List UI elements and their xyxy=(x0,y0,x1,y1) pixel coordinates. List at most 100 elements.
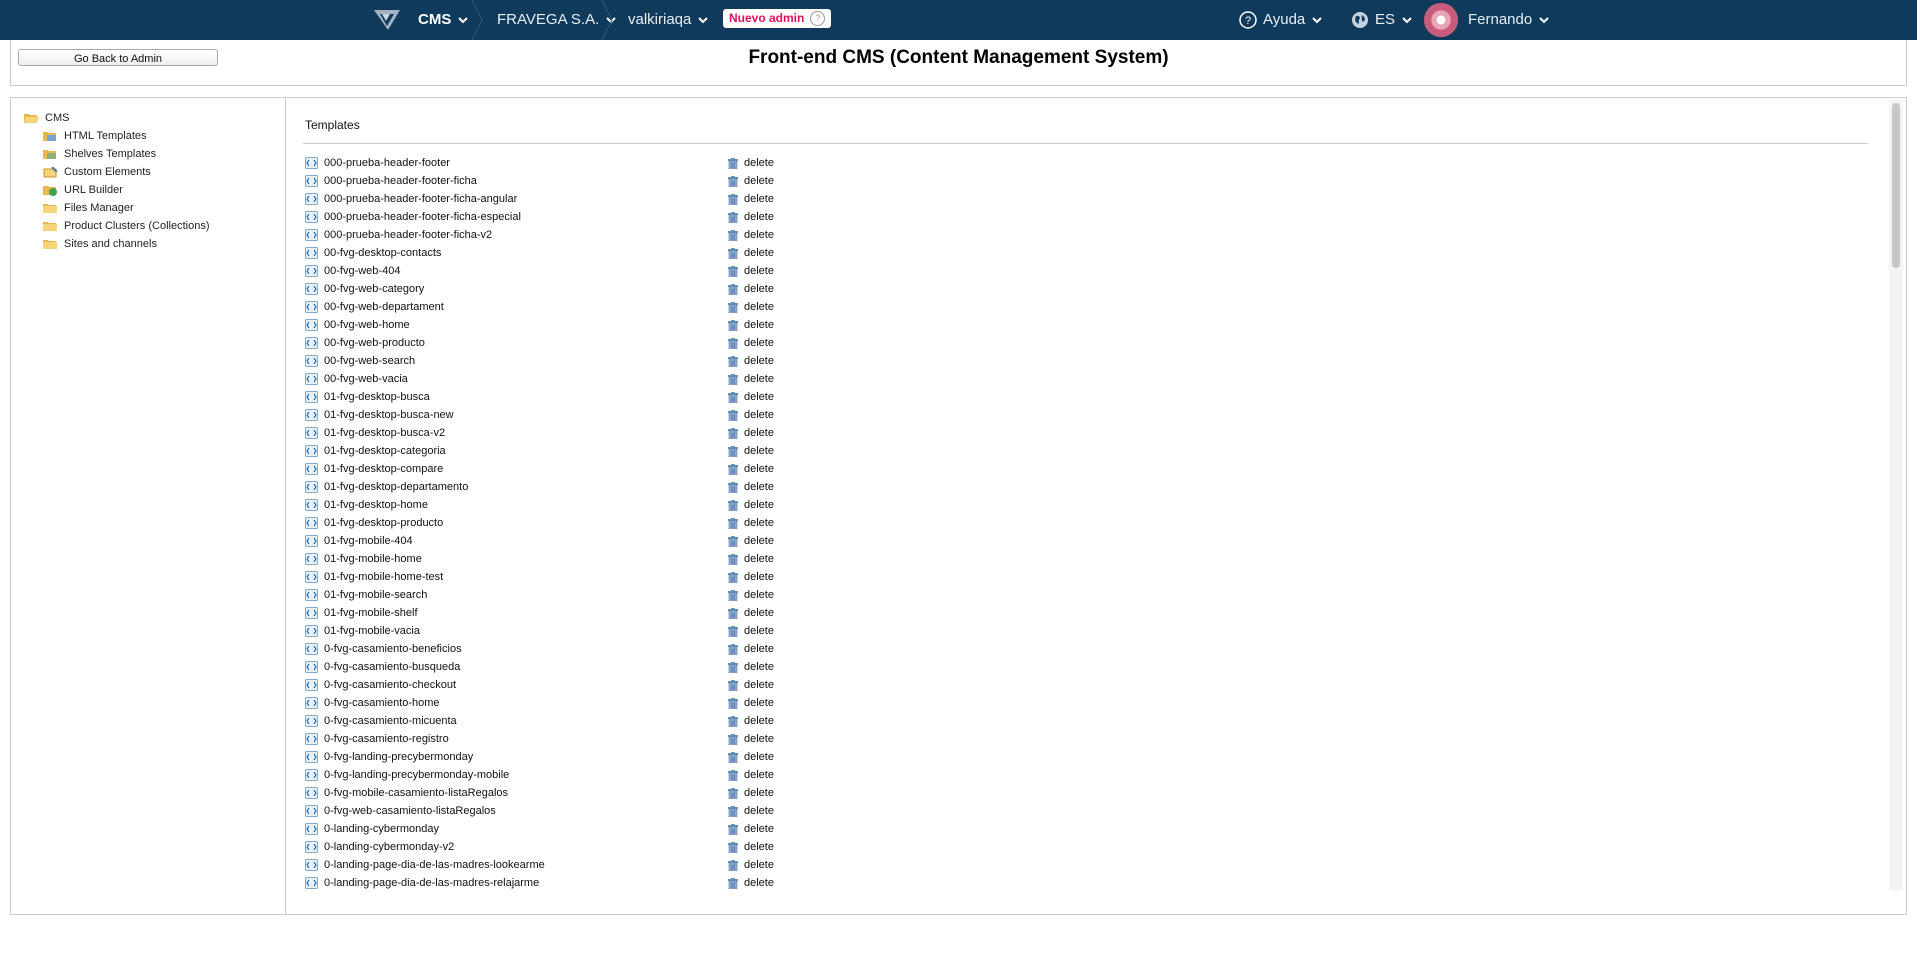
template-name-link[interactable]: 01-fvg-desktop-producto xyxy=(324,514,443,532)
trash-icon[interactable] xyxy=(728,770,738,781)
delete-link[interactable]: delete xyxy=(744,532,774,550)
template-name-link[interactable]: 01-fvg-mobile-404 xyxy=(324,532,413,550)
trash-icon[interactable] xyxy=(728,266,738,277)
trash-icon[interactable] xyxy=(728,176,738,187)
template-name-link[interactable]: 01-fvg-mobile-home xyxy=(324,550,422,568)
delete-link[interactable]: delete xyxy=(744,658,774,676)
trash-icon[interactable] xyxy=(728,590,738,601)
trash-icon[interactable] xyxy=(728,536,738,547)
trash-icon[interactable] xyxy=(728,500,738,511)
trash-icon[interactable] xyxy=(728,608,738,619)
template-name-link[interactable]: 000-prueba-header-footer-ficha xyxy=(324,172,477,190)
template-name-link[interactable]: 01-fvg-mobile-home-test xyxy=(324,568,443,586)
delete-link[interactable]: delete xyxy=(744,460,774,478)
template-name-link[interactable]: 01-fvg-desktop-departamento xyxy=(324,478,468,496)
template-name-link[interactable]: 000-prueba-header-footer xyxy=(324,154,450,172)
delete-link[interactable]: delete xyxy=(744,478,774,496)
cms-menu[interactable]: CMS xyxy=(418,0,469,40)
delete-link[interactable]: delete xyxy=(744,352,774,370)
trash-icon[interactable] xyxy=(728,518,738,529)
template-name-link[interactable]: 0-fvg-casamiento-beneficios xyxy=(324,640,462,658)
trash-icon[interactable] xyxy=(728,356,738,367)
trash-icon[interactable] xyxy=(728,212,738,223)
delete-link[interactable]: delete xyxy=(744,370,774,388)
tree-root-cms[interactable]: CMS xyxy=(24,112,69,124)
new-admin-badge[interactable]: Nuevo admin ? xyxy=(723,9,832,28)
delete-link[interactable]: delete xyxy=(744,640,774,658)
delete-link[interactable]: delete xyxy=(744,820,774,838)
delete-link[interactable]: delete xyxy=(744,586,774,604)
template-name-link[interactable]: 0-fvg-mobile-casamiento-listaRegalos xyxy=(324,784,508,802)
template-name-link[interactable]: 01-fvg-desktop-busca-v2 xyxy=(324,424,445,442)
template-name-link[interactable]: 00-fvg-web-departament xyxy=(324,298,444,316)
template-name-link[interactable]: 0-landing-cybermonday-v2 xyxy=(324,838,454,856)
sidebar-item-html-templates[interactable]: HTML Templates xyxy=(43,130,147,142)
delete-link[interactable]: delete xyxy=(744,550,774,568)
trash-icon[interactable] xyxy=(728,734,738,745)
template-name-link[interactable]: 0-fvg-casamiento-micuenta xyxy=(324,712,457,730)
sidebar-item-files-manager[interactable]: Files Manager xyxy=(43,202,134,214)
trash-icon[interactable] xyxy=(728,482,738,493)
template-name-link[interactable]: 0-landing-page-dia-de-las-madres-relajar… xyxy=(324,874,539,892)
delete-link[interactable]: delete xyxy=(744,262,774,280)
trash-icon[interactable] xyxy=(728,230,738,241)
delete-link[interactable]: delete xyxy=(744,676,774,694)
trash-icon[interactable] xyxy=(728,860,738,871)
delete-link[interactable]: delete xyxy=(744,514,774,532)
template-name-link[interactable]: 01-fvg-desktop-busca xyxy=(324,388,430,406)
delete-link[interactable]: delete xyxy=(744,280,774,298)
trash-icon[interactable] xyxy=(728,806,738,817)
trash-icon[interactable] xyxy=(728,464,738,475)
template-name-link[interactable]: 0-landing-cybermonday xyxy=(324,820,439,838)
sidebar-item-shelves-templates[interactable]: Shelves Templates xyxy=(43,148,156,160)
template-name-link[interactable]: 00-fvg-web-producto xyxy=(324,334,425,352)
template-name-link[interactable]: 0-fvg-casamiento-checkout xyxy=(324,676,456,694)
delete-link[interactable]: delete xyxy=(744,874,774,892)
trash-icon[interactable] xyxy=(728,446,738,457)
trash-icon[interactable] xyxy=(728,194,738,205)
sidebar-item-product-clusters-collections[interactable]: Product Clusters (Collections) xyxy=(43,220,210,232)
delete-link[interactable]: delete xyxy=(744,568,774,586)
trash-icon[interactable] xyxy=(728,338,738,349)
delete-link[interactable]: delete xyxy=(744,802,774,820)
delete-link[interactable]: delete xyxy=(744,226,774,244)
trash-icon[interactable] xyxy=(728,374,738,385)
trash-icon[interactable] xyxy=(728,752,738,763)
trash-icon[interactable] xyxy=(728,284,738,295)
template-name-link[interactable]: 0-fvg-casamiento-home xyxy=(324,694,440,712)
delete-link[interactable]: delete xyxy=(744,208,774,226)
sidebar-item-custom-elements[interactable]: Custom Elements xyxy=(43,166,151,178)
trash-icon[interactable] xyxy=(728,680,738,691)
trash-icon[interactable] xyxy=(728,698,738,709)
template-name-link[interactable]: 00-fvg-web-category xyxy=(324,280,424,298)
template-name-link[interactable]: 0-fvg-landing-precybermonday-mobile xyxy=(324,766,509,784)
delete-link[interactable]: delete xyxy=(744,856,774,874)
delete-link[interactable]: delete xyxy=(744,766,774,784)
template-name-link[interactable]: 000-prueba-header-footer-ficha-v2 xyxy=(324,226,492,244)
trash-icon[interactable] xyxy=(728,392,738,403)
template-name-link[interactable]: 01-fvg-desktop-home xyxy=(324,496,428,514)
delete-link[interactable]: delete xyxy=(744,406,774,424)
trash-icon[interactable] xyxy=(728,824,738,835)
template-name-link[interactable]: 01-fvg-mobile-vacia xyxy=(324,622,420,640)
trash-icon[interactable] xyxy=(728,554,738,565)
delete-link[interactable]: delete xyxy=(744,244,774,262)
template-name-link[interactable]: 00-fvg-desktop-contacts xyxy=(324,244,441,262)
delete-link[interactable]: delete xyxy=(744,784,774,802)
trash-icon[interactable] xyxy=(728,302,738,313)
trash-icon[interactable] xyxy=(728,428,738,439)
trash-icon[interactable] xyxy=(728,320,738,331)
template-name-link[interactable]: 00-fvg-web-404 xyxy=(324,262,400,280)
trash-icon[interactable] xyxy=(728,572,738,583)
template-name-link[interactable]: 01-fvg-mobile-shelf xyxy=(324,604,418,622)
trash-icon[interactable] xyxy=(728,626,738,637)
delete-link[interactable]: delete xyxy=(744,316,774,334)
trash-icon[interactable] xyxy=(728,662,738,673)
scrollbar-thumb[interactable] xyxy=(1892,103,1900,268)
trash-icon[interactable] xyxy=(728,644,738,655)
user-menu[interactable]: Fernando xyxy=(1424,0,1550,40)
delete-link[interactable]: delete xyxy=(744,712,774,730)
delete-link[interactable]: delete xyxy=(744,748,774,766)
vtex-logo-icon[interactable] xyxy=(372,8,402,32)
template-name-link[interactable]: 01-fvg-desktop-compare xyxy=(324,460,443,478)
